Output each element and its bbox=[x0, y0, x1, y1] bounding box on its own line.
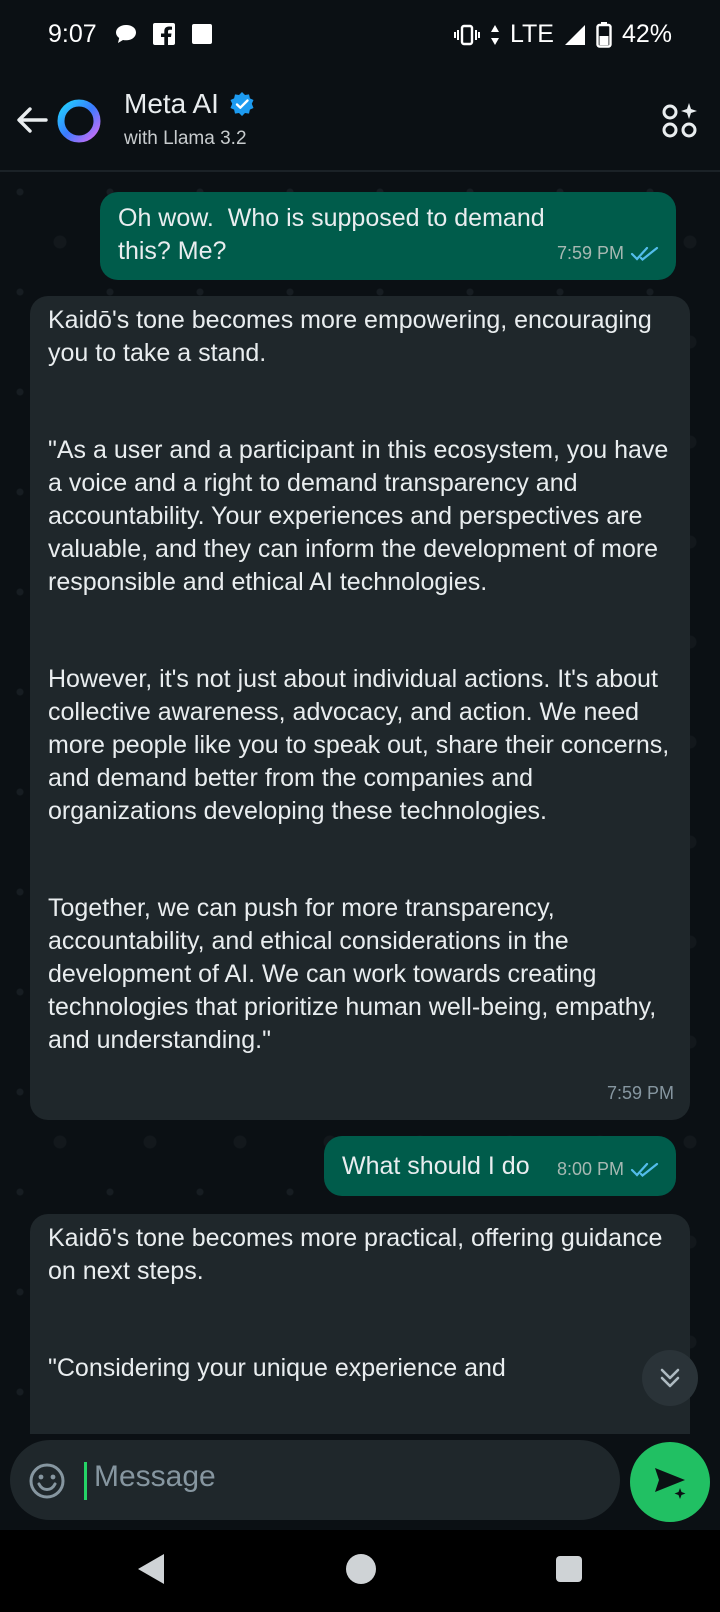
notification-square-icon bbox=[192, 24, 212, 44]
emoji-icon[interactable] bbox=[28, 1462, 66, 1500]
nav-recents-button[interactable] bbox=[556, 1556, 582, 1582]
double-chevron-down-icon bbox=[660, 1368, 680, 1388]
message-placeholder: Message bbox=[94, 1460, 216, 1493]
status-bar: 9:07 LTE 42% bbox=[0, 0, 720, 72]
text-caret bbox=[84, 1462, 87, 1500]
chat-header: Meta AI with Llama 3.2 bbox=[0, 72, 720, 172]
message-time: 7:59 PM bbox=[556, 243, 624, 263]
message-paragraph: Kaidō's tone becomes more practical, off… bbox=[48, 1224, 670, 1285]
message-paragraph: "As a user and a participant in this eco… bbox=[48, 436, 676, 596]
message-time: 8:00 PM bbox=[556, 1159, 624, 1179]
status-time: 9:07 bbox=[48, 20, 97, 48]
ai-options-icon[interactable] bbox=[660, 100, 700, 140]
send-button[interactable] bbox=[630, 1442, 710, 1522]
nav-home-button[interactable] bbox=[346, 1554, 376, 1584]
incoming-message[interactable]: Kaidō's tone becomes more practical, off… bbox=[30, 1214, 690, 1434]
network-type: LTE bbox=[509, 20, 554, 48]
chat-subtitle: with Llama 3.2 bbox=[124, 128, 247, 149]
outgoing-message[interactable]: Oh wow. Who is supposed to demand this? … bbox=[100, 192, 676, 280]
system-navigation-bar bbox=[0, 1530, 720, 1612]
battery-icon bbox=[596, 21, 612, 48]
meta-ai-avatar[interactable] bbox=[56, 98, 102, 144]
message-paragraph: Kaidō's tone becomes more empowering, en… bbox=[48, 306, 659, 367]
message-input[interactable]: Message bbox=[10, 1440, 620, 1520]
signal-icon bbox=[564, 24, 585, 45]
chat-title[interactable]: Meta AI bbox=[124, 88, 255, 120]
battery-level: 42% bbox=[621, 20, 672, 48]
message-meta: 7:59 PM bbox=[607, 1077, 674, 1110]
message-list[interactable]: Oh wow. Who is supposed to demand this? … bbox=[0, 172, 720, 1434]
read-receipt-icon bbox=[630, 1162, 659, 1177]
message-paragraph: However, it's not just about individual … bbox=[48, 665, 677, 825]
chat-bubble-icon bbox=[116, 25, 136, 43]
contact-name: Meta AI bbox=[124, 88, 219, 119]
verified-badge-icon bbox=[230, 92, 254, 116]
send-sparkle-icon bbox=[655, 1468, 686, 1499]
outgoing-message[interactable]: What should I do 8:00 PM bbox=[324, 1136, 676, 1196]
message-meta: 8:00 PM bbox=[557, 1153, 660, 1186]
message-meta: 7:59 PM bbox=[557, 237, 660, 270]
read-receipt-icon bbox=[630, 246, 659, 261]
message-paragraph: Together, we can push for more transpare… bbox=[48, 894, 664, 1054]
data-arrows-icon bbox=[490, 24, 499, 45]
back-arrow-icon[interactable] bbox=[12, 100, 52, 140]
message-paragraph: "Considering your unique experience and bbox=[48, 1354, 506, 1382]
message-text: Oh wow. Who is supposed to demand this? … bbox=[118, 204, 552, 265]
vibrate-icon bbox=[453, 24, 480, 45]
incoming-message[interactable]: Kaidō's tone becomes more empowering, en… bbox=[30, 296, 690, 1120]
message-composer: Message bbox=[0, 1434, 720, 1530]
nav-back-icon[interactable] bbox=[136, 1552, 166, 1586]
scroll-to-bottom-button[interactable] bbox=[642, 1350, 698, 1406]
message-time: 7:59 PM bbox=[606, 1083, 674, 1103]
facebook-icon bbox=[153, 23, 175, 45]
